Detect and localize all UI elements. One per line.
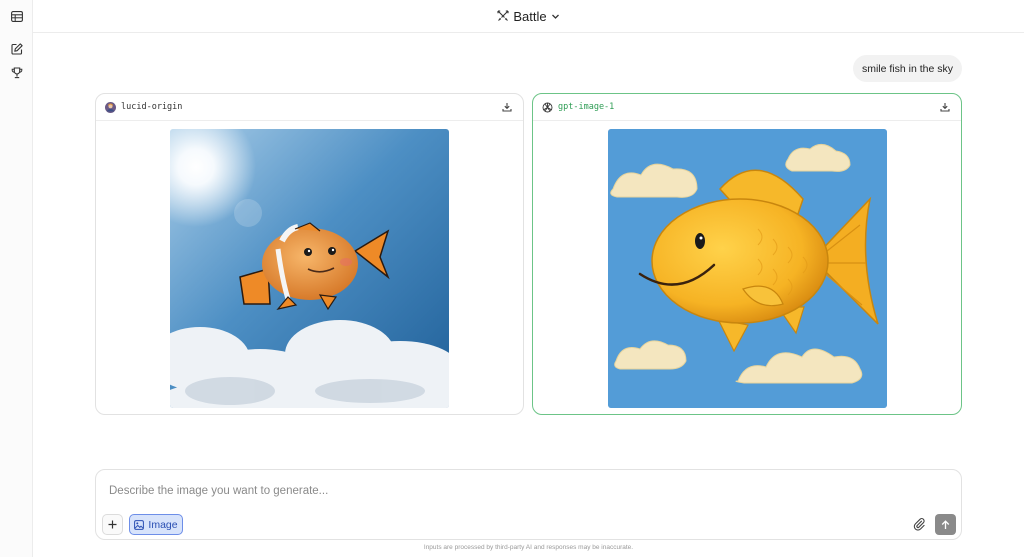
image-mode-label: Image xyxy=(148,518,178,531)
image-mode-button[interactable]: Image xyxy=(129,514,183,535)
table-icon[interactable] xyxy=(8,8,25,25)
prompt-input[interactable] xyxy=(109,483,809,499)
plus-icon xyxy=(108,520,117,529)
prompt-composer: Image xyxy=(95,469,962,540)
card-header: lucid-origin xyxy=(96,94,523,121)
model-name: gpt-image-1 xyxy=(558,102,615,112)
attach-icon[interactable] xyxy=(911,516,927,532)
download-icon[interactable] xyxy=(500,100,514,114)
header: Battle xyxy=(33,0,1024,33)
generated-image-clownfish[interactable] xyxy=(170,129,449,408)
mode-label: Battle xyxy=(513,8,547,24)
image-icon xyxy=(134,519,145,530)
arrow-up-icon xyxy=(941,519,950,529)
user-prompt-bubble: smile fish in the sky xyxy=(852,55,962,82)
mode-selector[interactable]: Battle xyxy=(497,9,559,24)
result-card-b: gpt-image-1 xyxy=(532,93,962,415)
result-card-a: lucid-origin xyxy=(95,93,524,415)
lucid-avatar-icon xyxy=(105,101,116,113)
chevron-down-icon xyxy=(551,14,559,19)
disclaimer-text: Inputs are processed by third-party AI a… xyxy=(423,544,634,551)
send-button[interactable] xyxy=(935,514,956,535)
app: Battle smile fish in the sky lucid-origi… xyxy=(0,0,1024,557)
user-prompt-text: smile fish in the sky xyxy=(861,62,953,75)
sidebar xyxy=(0,0,33,557)
generated-image-goldfish[interactable] xyxy=(608,129,887,408)
swords-icon xyxy=(497,10,509,21)
trophy-icon[interactable] xyxy=(8,64,25,81)
card-header: gpt-image-1 xyxy=(533,94,961,121)
add-attachment-button[interactable] xyxy=(102,514,123,535)
download-icon[interactable] xyxy=(938,100,952,114)
openai-logo-icon xyxy=(542,102,553,112)
new-chat-icon[interactable] xyxy=(8,40,25,57)
model-name: lucid-origin xyxy=(121,102,183,112)
